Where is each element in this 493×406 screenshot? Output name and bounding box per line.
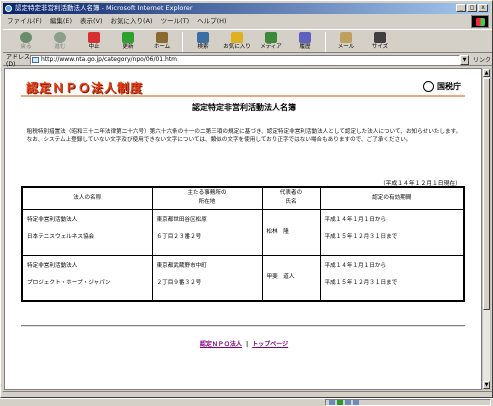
header-name: 法人の名称	[21, 186, 153, 210]
npo-link[interactable]: 認定ＮＰＯ法人	[200, 341, 242, 348]
agency-name: 国税庁	[437, 82, 461, 91]
search-button[interactable]: 検索	[186, 30, 220, 54]
media-button[interactable]: メディア	[254, 30, 288, 54]
tray-network-icon[interactable]	[337, 400, 343, 405]
window-title: 認定特定非営利活動法人名簿 - Microsoft Internet Explo…	[15, 4, 193, 12]
menu-view[interactable]: 表示(V)	[80, 16, 103, 26]
windows-logo-icon	[471, 15, 489, 28]
forward-arrow-icon	[54, 32, 66, 43]
refresh-button[interactable]: 更新	[111, 30, 145, 54]
menu-help[interactable]: ヘルプ(H)	[197, 16, 226, 26]
links-button[interactable]: リンク	[473, 55, 491, 64]
top-page-link[interactable]: トップページ	[252, 341, 288, 348]
menu-favorites[interactable]: お気に入り(A)	[111, 16, 153, 26]
header-address: 主たる事務所の 所在地	[151, 186, 263, 210]
header-representative: 代表者の 氏名	[261, 186, 321, 210]
header-period: 認定の有効期間	[319, 186, 465, 210]
toolbar-separator	[325, 32, 326, 52]
address-input[interactable]: http://www.nta.go.jp/category/npo/06/01.…	[30, 54, 460, 65]
history-button[interactable]: 履歴	[288, 30, 322, 54]
taskbar	[0, 398, 493, 406]
page-icon	[32, 56, 39, 63]
cell-period: 平成１４年１月１日から 平成１５年１２月３１日まで	[319, 254, 465, 302]
back-button[interactable]: 戻る	[9, 30, 43, 54]
mail-button[interactable]: メール	[329, 30, 363, 54]
cell-period: 平成１４年１月１日から 平成１５年１２月３１日まで	[319, 208, 465, 256]
maximize-button[interactable]: □	[467, 4, 477, 12]
internet-explorer-icon	[5, 5, 12, 12]
close-button[interactable]: x	[478, 4, 488, 12]
npo-logo[interactable]: 認定ＮＰＯ法人制度	[26, 79, 143, 96]
menu-file[interactable]: ファイル(F)	[7, 16, 42, 26]
tray-ime-icon[interactable]	[345, 400, 351, 405]
cell-name: 特定非営利活動法人 プロジェクト・ホープ・ジャパン	[21, 254, 153, 302]
window-controls: _ □ x	[456, 4, 488, 12]
tray-help-icon[interactable]	[353, 400, 359, 405]
cell-representative: 松林 隆	[261, 208, 321, 256]
forward-button[interactable]: 進む	[43, 30, 77, 54]
horizontal-rule	[21, 325, 465, 327]
font-size-button[interactable]: サイズ	[363, 30, 397, 54]
home-icon	[156, 32, 168, 43]
mail-icon	[340, 32, 352, 43]
cell-name: 特定非営利活動法人 日本テニスウェルネス協会	[21, 208, 153, 256]
intro-paragraph-1: 租税特別措置法（昭和三十二年法律第二十六号）第六十六条の十一の二第三項の規定に基…	[21, 129, 462, 135]
home-button[interactable]: ホーム	[145, 30, 179, 54]
system-tray	[325, 399, 491, 406]
vertical-scrollbar[interactable]: ▲ ▼	[482, 68, 491, 390]
stop-button[interactable]: 中止	[77, 30, 111, 54]
table-row: 特定非営利活動法人 プロジェクト・ホープ・ジャパン 東京都武蔵野市中町 ２丁目９…	[21, 254, 465, 302]
scroll-up-button[interactable]: ▲	[483, 69, 490, 77]
tray-input-icon[interactable]	[329, 400, 335, 405]
back-arrow-icon	[20, 32, 32, 43]
address-url: http://www.nta.go.jp/category/npo/06/01.…	[41, 55, 178, 63]
footer-links: 認定ＮＰＯ法人 | トップページ	[5, 339, 481, 348]
font-size-icon	[374, 32, 386, 43]
favorites-icon	[231, 32, 243, 43]
toolbar-separator	[182, 32, 183, 52]
stop-icon	[88, 32, 100, 43]
table-row: 特定非営利活動法人 日本テニスウェルネス協会 東京都世田谷区松原 ６丁目２３番２…	[21, 208, 465, 256]
toolbar: 戻る 進む 中止 更新 ホーム 検索 お気に入り メディア 履歴 メール サイズ	[3, 29, 492, 53]
footer-separator: |	[245, 341, 249, 348]
page-title: 認定特定非営利活動法人名簿	[192, 103, 296, 112]
agency-logo[interactable]: 国税庁	[423, 81, 461, 92]
address-label: アドレス(D)	[6, 53, 31, 68]
site-header: 認定ＮＰＯ法人制度 国税庁	[21, 77, 465, 97]
nta-seal-icon	[423, 81, 434, 92]
browser-window: 認定特定非営利活動法人名簿 - Microsoft Internet Explo…	[0, 0, 493, 398]
refresh-icon	[122, 32, 134, 43]
page-viewport: 認定ＮＰＯ法人制度 国税庁 認定特定非営利活動法人名簿 租税特別措置法（昭和三十…	[4, 68, 482, 390]
favorites-button[interactable]: お気に入り	[220, 30, 254, 54]
cell-address: 東京都世田谷区松原 ６丁目２３番２号	[151, 208, 263, 256]
media-icon	[265, 32, 277, 43]
minimize-button[interactable]: _	[456, 4, 466, 12]
menu-bar: ファイル(F) 編集(E) 表示(V) お気に入り(A) ツール(T) ヘルプ(…	[3, 16, 473, 26]
search-icon	[197, 32, 209, 43]
menu-edit[interactable]: 編集(E)	[50, 16, 72, 26]
intro-paragraph-2: なお、システム上登録していない文字及び使用できない文字については、類似の文字を使…	[21, 137, 412, 143]
title-bar: 認定特定非営利活動法人名簿 - Microsoft Internet Explo…	[3, 3, 490, 14]
history-icon	[299, 32, 311, 43]
table-header-row: 法人の名称 主たる事務所の 所在地 代表者の 氏名 認定の有効期間	[21, 186, 465, 210]
npo-list-table: 法人の名称 主たる事務所の 所在地 代表者の 氏名 認定の有効期間 特定非営利活…	[21, 186, 465, 302]
address-dropdown-button[interactable]: ▼	[460, 54, 469, 65]
scroll-thumb[interactable]	[483, 78, 490, 310]
scroll-down-button[interactable]: ▼	[483, 381, 490, 389]
menu-tools[interactable]: ツール(T)	[161, 16, 190, 26]
cell-address: 東京都武蔵野市中町 ２丁目９番３２号	[151, 254, 263, 302]
address-bar: アドレス(D) http://www.nta.go.jp/category/np…	[3, 53, 492, 68]
intro-text: 租税特別措置法（昭和三十二年法律第二十六号）第六十六条の十一の二第三項の規定に基…	[21, 128, 469, 144]
cell-representative: 甲斐 道人	[261, 254, 321, 302]
